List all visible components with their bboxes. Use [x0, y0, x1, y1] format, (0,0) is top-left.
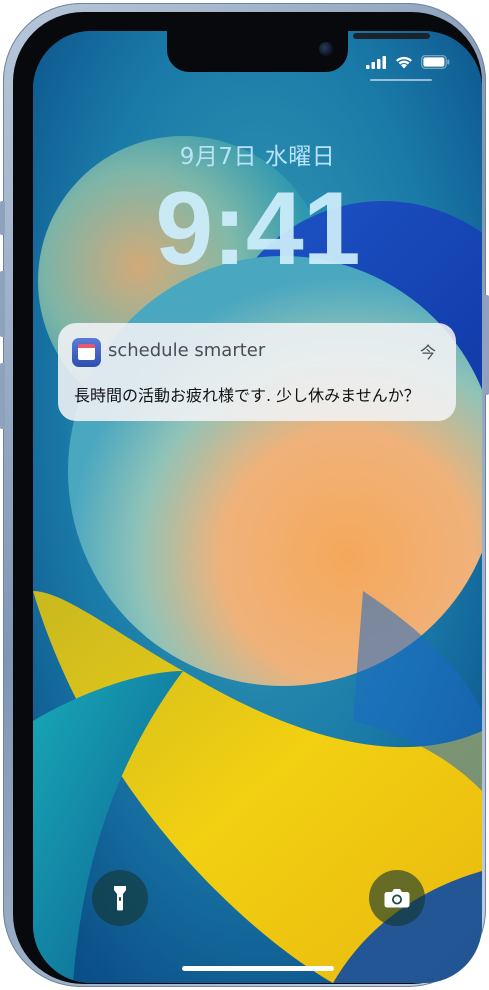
lock-screen: 9月7日 水曜日 9:41 schedule smarter 今 長時間の活動お… — [33, 31, 482, 983]
phone-frame: 9月7日 水曜日 9:41 schedule smarter 今 長時間の活動お… — [0, 3, 489, 987]
side-button — [484, 295, 489, 395]
calendar-header — [78, 344, 95, 348]
notch — [167, 31, 430, 72]
notification-app-name: schedule smarter — [108, 340, 266, 361]
front-camera — [319, 42, 333, 56]
lock-time: 9:41 — [155, 171, 360, 287]
wifi-icon — [396, 56, 412, 69]
calendar-page — [78, 346, 95, 360]
flashlight-icon — [114, 886, 126, 911]
camera-button[interactable] — [369, 870, 425, 926]
notification-card[interactable]: schedule smarter 今 長時間の活動お疲れ様です. 少し休みません… — [58, 323, 456, 421]
bezel: 9月7日 水曜日 9:41 schedule smarter 今 長時間の活動お… — [13, 12, 482, 984]
notification-timestamp: 今 — [419, 343, 436, 362]
flashlight-button[interactable] — [92, 870, 148, 926]
status-underline — [370, 79, 432, 81]
notification-message: 長時間の活動お疲れ様です. 少し休みませんか？ — [74, 386, 420, 405]
battery-icon — [421, 55, 450, 69]
cellular-signal-icon — [366, 55, 386, 69]
volume-up-button — [0, 271, 5, 337]
action-button — [0, 201, 5, 235]
volume-down-button — [0, 363, 5, 429]
camera-icon — [384, 889, 410, 908]
status-bar — [366, 55, 450, 69]
earpiece-speaker — [353, 33, 430, 39]
home-indicator[interactable] — [182, 966, 334, 971]
schedule-app-icon — [72, 338, 101, 367]
lock-date: 9月7日 水曜日 — [179, 144, 336, 170]
